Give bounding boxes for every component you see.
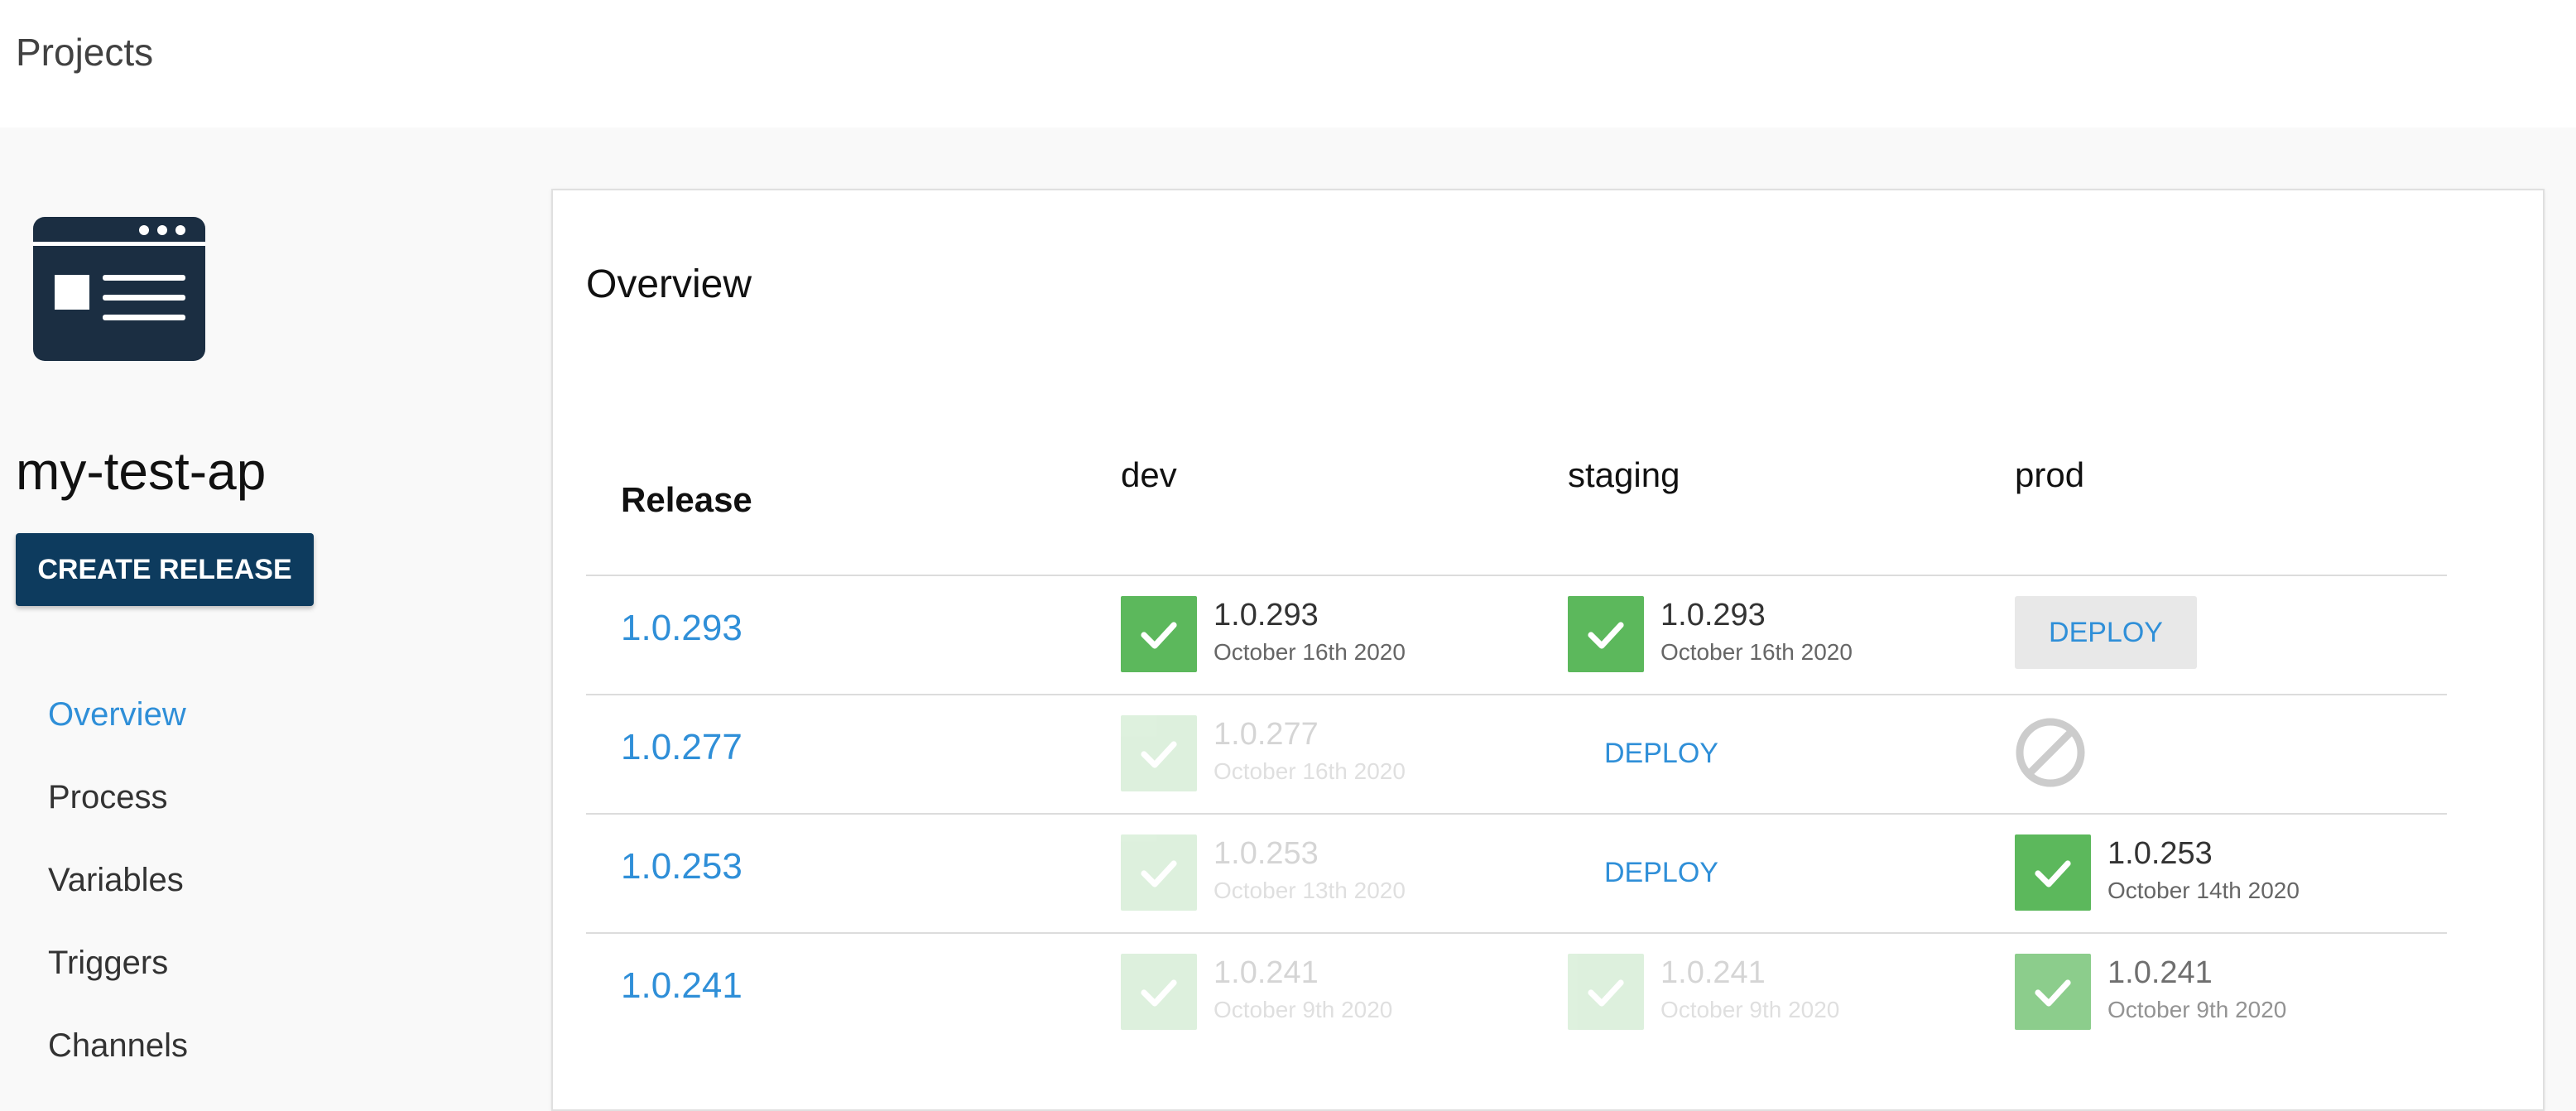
row-divider <box>586 932 2447 934</box>
deploy-button[interactable]: DEPLOY <box>1599 849 1723 896</box>
deployed-version: 1.0.241 <box>1660 955 1766 990</box>
project-name: my-test-ap <box>16 441 267 501</box>
deploy-button[interactable]: DEPLOY <box>1599 730 1723 777</box>
check-icon <box>2015 834 2091 911</box>
web-app-icon <box>33 217 205 361</box>
create-release-button[interactable]: CREATE RELEASE <box>16 533 314 606</box>
deployed-version: 1.0.277 <box>1214 717 1319 752</box>
sidebar-item-overview[interactable]: Overview <box>48 687 188 770</box>
deployment-cell[interactable]: 1.0.241 October 9th 2020 <box>2015 954 2346 1030</box>
overview-card: Overview Release dev staging prod 1.0.29… <box>551 189 2545 1111</box>
column-header-staging: staging <box>1568 455 1680 494</box>
blocked-icon <box>2016 718 2085 787</box>
deployed-date: October 9th 2020 <box>1660 997 1840 1022</box>
column-header-prod: prod <box>2015 455 2085 494</box>
deployed-version: 1.0.253 <box>1214 836 1319 871</box>
row-divider <box>586 575 2447 576</box>
deployed-date: October 13th 2020 <box>1214 878 1406 903</box>
release-link[interactable]: 1.0.241 <box>621 965 743 1007</box>
sidebar-item-process[interactable]: Process <box>48 770 188 853</box>
deployment-cell[interactable]: 1.0.293 October 16th 2020 <box>1568 596 1899 672</box>
breadcrumb-projects[interactable]: Projects <box>16 30 153 75</box>
deployed-date: October 16th 2020 <box>1214 758 1406 784</box>
check-icon <box>1568 954 1644 1030</box>
row-divider <box>586 694 2447 695</box>
release-link[interactable]: 1.0.277 <box>621 727 743 768</box>
sidebar-item-variables[interactable]: Variables <box>48 853 188 935</box>
sidebar-nav: Overview Process Variables Triggers Chan… <box>48 687 188 1101</box>
column-header-dev: dev <box>1121 455 1177 494</box>
check-icon <box>1121 596 1197 672</box>
deployed-date: October 14th 2020 <box>2107 878 2300 903</box>
deployment-cell[interactable]: 1.0.241 October 9th 2020 <box>1568 954 1899 1030</box>
check-icon <box>1121 834 1197 911</box>
release-link[interactable]: 1.0.253 <box>621 846 743 887</box>
check-icon <box>1121 954 1197 1030</box>
deployment-cell[interactable]: 1.0.241 October 9th 2020 <box>1121 954 1452 1030</box>
row-divider <box>586 813 2447 815</box>
deployed-version: 1.0.253 <box>2107 836 2213 871</box>
deployed-date: October 16th 2020 <box>1660 639 1853 665</box>
deploy-button[interactable]: DEPLOY <box>2015 596 2197 669</box>
page-title: Overview <box>586 262 752 306</box>
check-icon <box>1121 715 1197 791</box>
deployed-version: 1.0.241 <box>1214 955 1319 990</box>
top-bar: Projects <box>0 0 2576 127</box>
check-icon <box>2015 954 2091 1030</box>
deployed-version: 1.0.293 <box>1214 598 1319 632</box>
deployed-version: 1.0.293 <box>1660 598 1766 632</box>
deployed-date: October 9th 2020 <box>2107 997 2287 1022</box>
sidebar-item-channels[interactable]: Channels <box>48 1018 188 1101</box>
deployment-cell[interactable]: 1.0.253 October 14th 2020 <box>2015 834 2346 911</box>
deployment-cell[interactable]: 1.0.293 October 16th 2020 <box>1121 596 1452 672</box>
sidebar-item-triggers[interactable]: Triggers <box>48 935 188 1018</box>
column-header-release: Release <box>621 480 752 519</box>
deployed-version: 1.0.241 <box>2107 955 2213 990</box>
check-icon <box>1568 596 1644 672</box>
deployment-cell[interactable]: 1.0.277 October 16th 2020 <box>1121 715 1452 791</box>
release-link[interactable]: 1.0.293 <box>621 608 743 649</box>
deployment-cell[interactable]: 1.0.253 October 13th 2020 <box>1121 834 1452 911</box>
deployed-date: October 16th 2020 <box>1214 639 1406 665</box>
deployed-date: October 9th 2020 <box>1214 997 1393 1022</box>
